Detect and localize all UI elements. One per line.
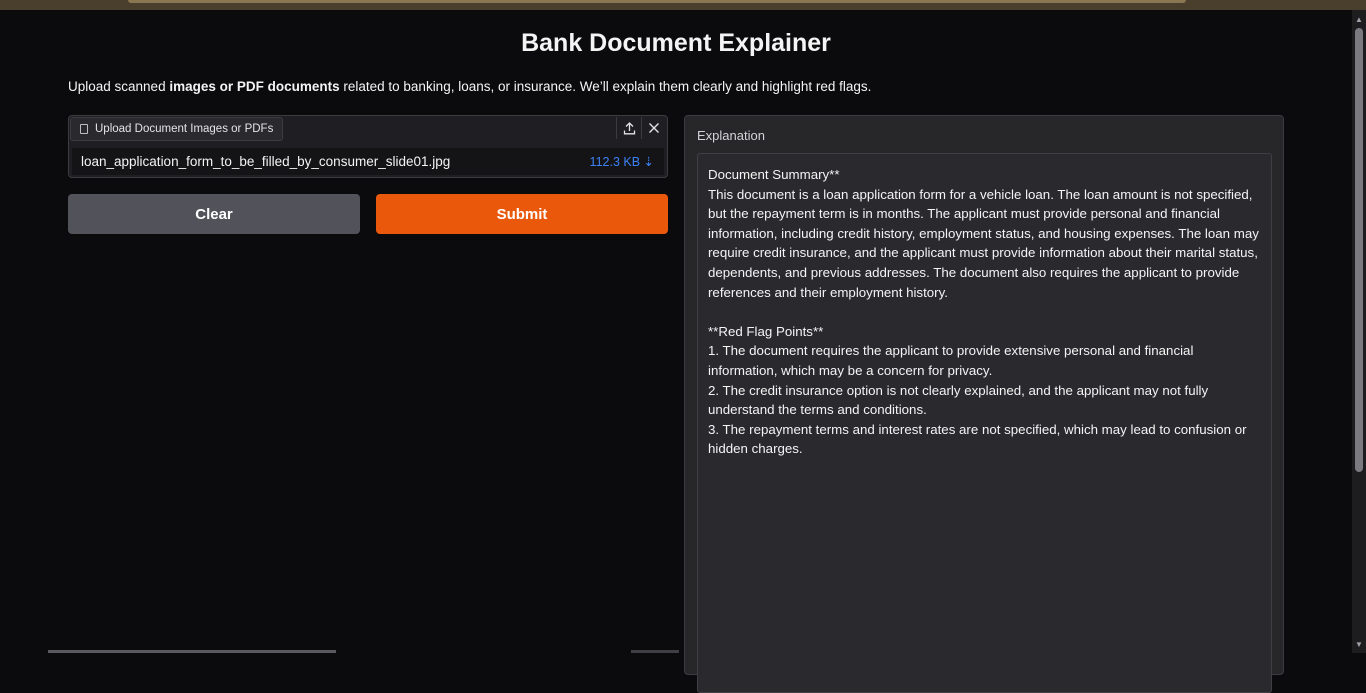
file-download-link[interactable]: 112.3 KB ⇣ <box>590 154 654 169</box>
remove-file-button[interactable] <box>641 117 666 139</box>
intro-suffix: related to banking, loans, or insurance.… <box>339 79 872 94</box>
submit-button[interactable]: Submit <box>376 194 668 234</box>
browser-top-strip <box>0 0 1366 10</box>
browser-tab-strip <box>128 0 1186 3</box>
intro-prefix: Upload scanned <box>68 79 170 94</box>
explanation-panel: Explanation Document Summary** This docu… <box>684 115 1284 693</box>
file-upload-panel[interactable]: Upload Document Images or PDFs loan_appl… <box>68 115 668 178</box>
close-icon <box>649 123 659 133</box>
clear-button[interactable]: Clear <box>68 194 360 234</box>
file-icon <box>80 124 88 134</box>
upload-label: Upload Document Images or PDFs <box>95 123 274 135</box>
upload-button[interactable] <box>616 117 641 139</box>
intro-bold: images or PDF documents <box>169 79 340 94</box>
upload-toolbar <box>616 117 666 139</box>
scroll-down-icon[interactable]: ▼ <box>1352 637 1366 651</box>
upload-icon <box>623 121 635 134</box>
scroll-up-icon[interactable]: ▲ <box>1352 12 1366 26</box>
upload-label-tag: Upload Document Images or PDFs <box>70 117 284 141</box>
scrollbar-thumb[interactable] <box>1355 28 1363 472</box>
page-title: Bank Document Explainer <box>521 29 831 57</box>
file-name: loan_application_form_to_be_filled_by_co… <box>81 154 451 169</box>
intro-text: Upload scanned images or PDF documents r… <box>68 79 871 94</box>
explanation-label: Explanation <box>697 128 765 143</box>
explanation-textbox[interactable]: Document Summary** This document is a lo… <box>697 153 1272 693</box>
page-scrollbar[interactable]: ▲ ▼ <box>1352 10 1366 653</box>
uploaded-file-row: loan_application_form_to_be_filled_by_co… <box>72 148 664 175</box>
